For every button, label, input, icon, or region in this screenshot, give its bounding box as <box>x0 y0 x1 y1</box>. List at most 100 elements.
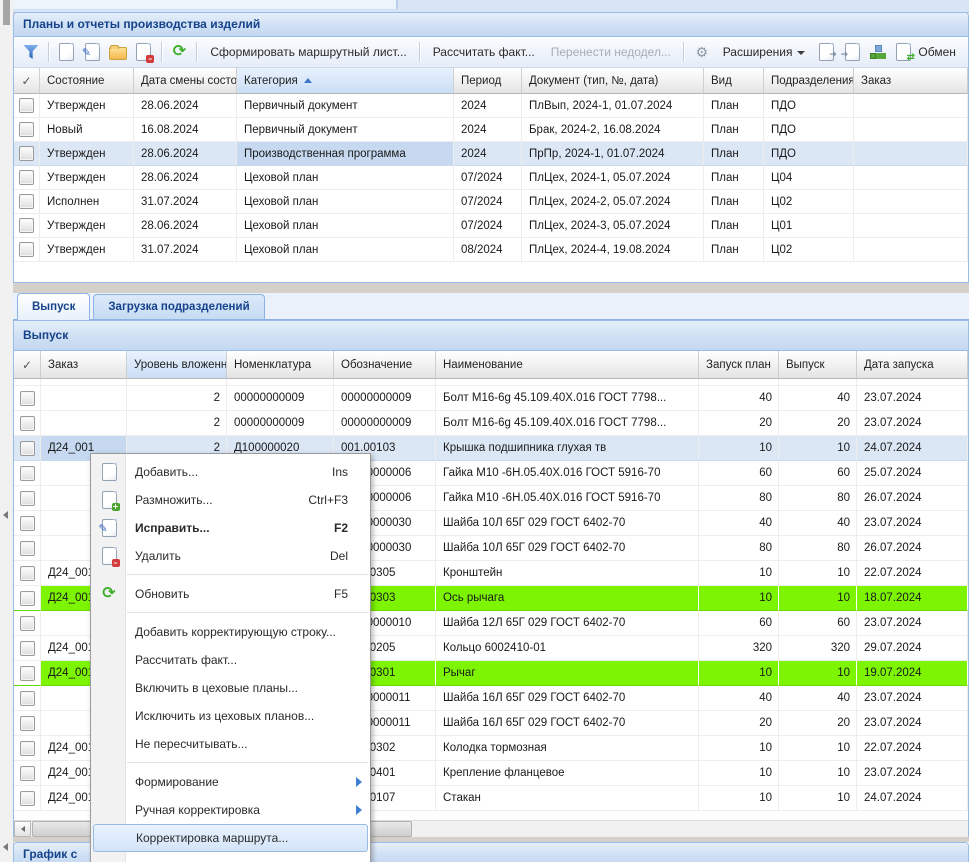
grid-cell[interactable]: 2024 <box>454 118 522 142</box>
column-header[interactable]: Подразделения <box>764 68 854 94</box>
table-row[interactable]: Утвержден31.07.2024Цеховой план08/2024Пл… <box>14 238 968 262</box>
grid-cell[interactable]: Ц02 <box>764 190 854 214</box>
grid-cell[interactable]: 22.07.2024 <box>857 561 968 586</box>
grid-cell[interactable]: Гайка М10 -6Н.05.40Х.016 ГОСТ 5916-70 <box>436 486 699 511</box>
row-checkbox[interactable] <box>20 391 35 406</box>
grid-cell[interactable] <box>854 238 968 262</box>
grid-cell[interactable]: ПлЦех, 2024-2, 05.07.2024 <box>522 190 704 214</box>
grid-cell[interactable] <box>854 214 968 238</box>
grid-cell[interactable]: 10 <box>779 661 857 686</box>
row-checkbox[interactable] <box>20 441 35 456</box>
row-checkbox[interactable] <box>20 716 35 731</box>
menu-item[interactable]: Включить в цеховые планы... <box>91 674 370 702</box>
table-row[interactable]: Утвержден28.06.2024Производственная прог… <box>14 142 968 166</box>
collapsed-side-panel[interactable] <box>0 0 14 862</box>
row-checkbox[interactable] <box>20 666 35 681</box>
grid-cell[interactable]: 2024 <box>454 94 522 118</box>
grid-cell[interactable]: 18.07.2024 <box>857 586 968 611</box>
filter-button[interactable] <box>19 41 43 63</box>
grid-cell[interactable]: Гайка М10 -6Н.05.40Х.016 ГОСТ 5916-70 <box>436 461 699 486</box>
table-row[interactable]: 20000000000900000000009Болт М16-6g 45.10… <box>14 411 968 436</box>
row-checkbox[interactable] <box>19 242 34 257</box>
grid-cell[interactable]: 16.08.2024 <box>134 118 237 142</box>
row-checkbox[interactable] <box>20 766 35 781</box>
grid-cell[interactable]: 60 <box>699 611 779 636</box>
table-row[interactable]: Исполнен31.07.2024Цеховой план07/2024ПлЦ… <box>14 190 968 214</box>
table-row[interactable]: Д24_2Д1г р <box>14 379 968 386</box>
row-checkbox[interactable] <box>20 566 35 581</box>
grid-cell[interactable]: 2 <box>127 386 227 411</box>
grid-cell[interactable]: Утвержден <box>40 166 134 190</box>
table-row[interactable]: 20000000000900000000009Болт М16-6g 45.10… <box>14 386 968 411</box>
menu-item[interactable]: Формирование <box>91 768 370 796</box>
grid-cell[interactable]: План <box>704 214 764 238</box>
extensions-gear-button[interactable]: ⚙ <box>690 41 714 63</box>
grid-cell[interactable] <box>41 386 127 411</box>
grid-cell[interactable]: Производственная программа <box>237 142 454 166</box>
grid-cell[interactable]: 10 <box>779 786 857 811</box>
collapse-left-icon[interactable] <box>3 843 8 851</box>
grid-cell[interactable]: Утвержден <box>40 214 134 238</box>
grid-cell[interactable]: 00000000009 <box>334 386 436 411</box>
open-button[interactable] <box>106 41 130 63</box>
grid-cell[interactable]: 10 <box>779 436 857 461</box>
grid-cell[interactable]: Цеховой план <box>237 190 454 214</box>
grid-cell[interactable]: 08/2024 <box>454 238 522 262</box>
grid-cell[interactable]: 20 <box>779 711 857 736</box>
grid-cell[interactable]: 10 <box>699 661 779 686</box>
row-checkbox[interactable] <box>19 122 34 137</box>
grid-cell[interactable] <box>854 190 968 214</box>
grid-cell[interactable]: 23.07.2024 <box>857 411 968 436</box>
menu-item[interactable]: Ручная корректировка <box>91 796 370 824</box>
grid-cell[interactable]: Первичный документ <box>237 118 454 142</box>
grid-cell[interactable]: 10 <box>699 436 779 461</box>
grid-cell[interactable]: Ц01 <box>764 214 854 238</box>
grid-cell[interactable]: Крепление фланцевое <box>436 761 699 786</box>
row-checkbox[interactable] <box>20 691 35 706</box>
grid-cell[interactable]: 2024 <box>454 142 522 166</box>
select-all-header[interactable]: ✓ <box>14 351 41 379</box>
grid-cell[interactable]: Д24_2 <box>41 379 127 386</box>
grid-cell[interactable]: 23.07.2024 <box>857 511 968 536</box>
delete-button[interactable] <box>132 41 156 63</box>
grid-cell[interactable]: Крышка подшипника глухая тв <box>436 436 699 461</box>
grid-cell[interactable]: ПДО <box>764 94 854 118</box>
grid-cell[interactable]: 40 <box>699 511 779 536</box>
scroll-left-button[interactable] <box>14 821 31 837</box>
menu-item[interactable]: УдалитьDel <box>91 542 370 570</box>
grid-cell[interactable]: Шайба 16Л 65Г 029 ГОСТ 6402-70 <box>436 686 699 711</box>
exchange-label-button[interactable]: Обмен <box>916 41 964 63</box>
grid-cell[interactable]: ПлЦех, 2024-3, 05.07.2024 <box>522 214 704 238</box>
grid-cell[interactable]: 29.07.2024 <box>857 636 968 661</box>
row-checkbox[interactable] <box>20 516 35 531</box>
grid-cell[interactable]: 40 <box>779 511 857 536</box>
grid-cell[interactable]: План <box>704 190 764 214</box>
import-button[interactable] <box>840 41 864 63</box>
grid-cell[interactable]: 320 <box>699 636 779 661</box>
row-checkbox[interactable] <box>20 466 35 481</box>
grid-cell[interactable]: Исполнен <box>40 190 134 214</box>
grid-cell[interactable]: Шайба 16Л 65Г 029 ГОСТ 6402-70 <box>436 711 699 736</box>
row-checkbox[interactable] <box>19 194 34 209</box>
grid-cell[interactable]: 23.07.2024 <box>857 611 968 636</box>
grid-cell[interactable]: 22.07.2024 <box>857 736 968 761</box>
grid-cell[interactable]: Цеховой план <box>237 238 454 262</box>
grid-cell[interactable] <box>779 379 857 386</box>
grid-cell[interactable]: 25.07.2024 <box>857 461 968 486</box>
column-header[interactable]: Документ (тип, №, дата) <box>522 68 704 94</box>
add-button[interactable] <box>55 41 79 63</box>
grid-cell[interactable]: Утвержден <box>40 238 134 262</box>
row-checkbox[interactable] <box>20 616 35 631</box>
grid-cell[interactable]: ПДО <box>764 118 854 142</box>
grid-cell[interactable] <box>857 379 968 386</box>
column-header[interactable]: Период <box>454 68 522 94</box>
grid-cell[interactable] <box>127 379 227 386</box>
grid-cell[interactable]: 10 <box>699 736 779 761</box>
grid-cell[interactable]: Брак, 2024-2, 16.08.2024 <box>522 118 704 142</box>
grid-cell[interactable]: 80 <box>779 486 857 511</box>
grid-cell[interactable]: План <box>704 142 764 166</box>
menu-item[interactable]: Не пересчитывать... <box>91 730 370 758</box>
grid-cell[interactable]: 10 <box>779 736 857 761</box>
row-checkbox[interactable] <box>20 791 35 806</box>
grid-cell[interactable]: 26.07.2024 <box>857 536 968 561</box>
